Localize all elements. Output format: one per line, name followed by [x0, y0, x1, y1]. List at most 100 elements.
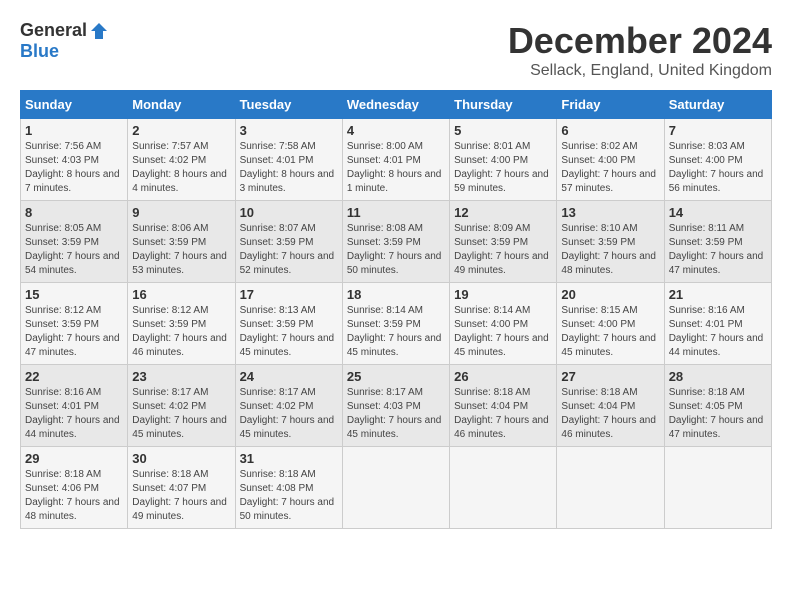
weekday-header-friday: Friday: [557, 91, 664, 119]
day-number: 23: [132, 369, 230, 384]
day-number: 8: [25, 205, 123, 220]
day-number: 18: [347, 287, 445, 302]
page-header: General Blue December 2024 Sellack, Engl…: [20, 20, 772, 80]
calendar-cell: 9 Sunrise: 8:06 AM Sunset: 3:59 PM Dayli…: [128, 201, 235, 283]
day-detail: Sunrise: 7:58 AM Sunset: 4:01 PM Dayligh…: [240, 140, 338, 196]
calendar-cell: 6 Sunrise: 8:02 AM Sunset: 4:00 PM Dayli…: [557, 119, 664, 201]
calendar-cell: [557, 447, 664, 529]
day-detail: Sunrise: 8:12 AM Sunset: 3:59 PM Dayligh…: [132, 304, 230, 360]
day-detail: Sunrise: 8:03 AM Sunset: 4:00 PM Dayligh…: [669, 140, 767, 196]
title-section: December 2024 Sellack, England, United K…: [508, 20, 772, 80]
day-detail: Sunrise: 8:14 AM Sunset: 4:00 PM Dayligh…: [454, 304, 552, 360]
day-detail: Sunrise: 8:11 AM Sunset: 3:59 PM Dayligh…: [669, 222, 767, 278]
calendar-cell: 20 Sunrise: 8:15 AM Sunset: 4:00 PM Dayl…: [557, 283, 664, 365]
day-detail: Sunrise: 8:14 AM Sunset: 3:59 PM Dayligh…: [347, 304, 445, 360]
calendar-cell: 12 Sunrise: 8:09 AM Sunset: 3:59 PM Dayl…: [450, 201, 557, 283]
day-number: 12: [454, 205, 552, 220]
weekday-header-thursday: Thursday: [450, 91, 557, 119]
weekday-header-wednesday: Wednesday: [342, 91, 449, 119]
day-detail: Sunrise: 8:18 AM Sunset: 4:06 PM Dayligh…: [25, 468, 123, 524]
calendar-cell: 18 Sunrise: 8:14 AM Sunset: 3:59 PM Dayl…: [342, 283, 449, 365]
calendar-week-row: 29 Sunrise: 8:18 AM Sunset: 4:06 PM Dayl…: [21, 447, 772, 529]
logo-icon: [89, 21, 109, 41]
day-detail: Sunrise: 8:16 AM Sunset: 4:01 PM Dayligh…: [25, 386, 123, 442]
calendar-title: December 2024: [508, 20, 772, 62]
day-number: 25: [347, 369, 445, 384]
day-detail: Sunrise: 8:13 AM Sunset: 3:59 PM Dayligh…: [240, 304, 338, 360]
weekday-header-saturday: Saturday: [664, 91, 771, 119]
day-number: 22: [25, 369, 123, 384]
day-detail: Sunrise: 8:18 AM Sunset: 4:07 PM Dayligh…: [132, 468, 230, 524]
logo-blue-text: Blue: [20, 41, 59, 62]
calendar-week-row: 22 Sunrise: 8:16 AM Sunset: 4:01 PM Dayl…: [21, 365, 772, 447]
day-number: 10: [240, 205, 338, 220]
calendar-cell: 1 Sunrise: 7:56 AM Sunset: 4:03 PM Dayli…: [21, 119, 128, 201]
day-detail: Sunrise: 8:18 AM Sunset: 4:08 PM Dayligh…: [240, 468, 338, 524]
day-detail: Sunrise: 8:06 AM Sunset: 3:59 PM Dayligh…: [132, 222, 230, 278]
day-number: 7: [669, 123, 767, 138]
calendar-cell: 14 Sunrise: 8:11 AM Sunset: 3:59 PM Dayl…: [664, 201, 771, 283]
calendar-cell: 8 Sunrise: 8:05 AM Sunset: 3:59 PM Dayli…: [21, 201, 128, 283]
day-number: 30: [132, 451, 230, 466]
day-detail: Sunrise: 8:18 AM Sunset: 4:05 PM Dayligh…: [669, 386, 767, 442]
day-number: 4: [347, 123, 445, 138]
day-detail: Sunrise: 7:57 AM Sunset: 4:02 PM Dayligh…: [132, 140, 230, 196]
day-number: 26: [454, 369, 552, 384]
calendar-cell: 30 Sunrise: 8:18 AM Sunset: 4:07 PM Dayl…: [128, 447, 235, 529]
calendar-cell: 2 Sunrise: 7:57 AM Sunset: 4:02 PM Dayli…: [128, 119, 235, 201]
calendar-table: SundayMondayTuesdayWednesdayThursdayFrid…: [20, 90, 772, 529]
calendar-cell: 15 Sunrise: 8:12 AM Sunset: 3:59 PM Dayl…: [21, 283, 128, 365]
weekday-header-tuesday: Tuesday: [235, 91, 342, 119]
calendar-cell: 27 Sunrise: 8:18 AM Sunset: 4:04 PM Dayl…: [557, 365, 664, 447]
calendar-week-row: 15 Sunrise: 8:12 AM Sunset: 3:59 PM Dayl…: [21, 283, 772, 365]
calendar-cell: 28 Sunrise: 8:18 AM Sunset: 4:05 PM Dayl…: [664, 365, 771, 447]
weekday-header-row: SundayMondayTuesdayWednesdayThursdayFrid…: [21, 91, 772, 119]
day-number: 29: [25, 451, 123, 466]
calendar-cell: 4 Sunrise: 8:00 AM Sunset: 4:01 PM Dayli…: [342, 119, 449, 201]
calendar-cell: 7 Sunrise: 8:03 AM Sunset: 4:00 PM Dayli…: [664, 119, 771, 201]
day-detail: Sunrise: 8:09 AM Sunset: 3:59 PM Dayligh…: [454, 222, 552, 278]
day-detail: Sunrise: 8:17 AM Sunset: 4:02 PM Dayligh…: [240, 386, 338, 442]
calendar-cell: 29 Sunrise: 8:18 AM Sunset: 4:06 PM Dayl…: [21, 447, 128, 529]
day-number: 21: [669, 287, 767, 302]
day-detail: Sunrise: 8:17 AM Sunset: 4:02 PM Dayligh…: [132, 386, 230, 442]
calendar-week-row: 1 Sunrise: 7:56 AM Sunset: 4:03 PM Dayli…: [21, 119, 772, 201]
day-detail: Sunrise: 8:02 AM Sunset: 4:00 PM Dayligh…: [561, 140, 659, 196]
logo-general-text: General: [20, 20, 87, 41]
calendar-cell: 25 Sunrise: 8:17 AM Sunset: 4:03 PM Dayl…: [342, 365, 449, 447]
weekday-header-sunday: Sunday: [21, 91, 128, 119]
day-number: 11: [347, 205, 445, 220]
day-number: 5: [454, 123, 552, 138]
day-number: 31: [240, 451, 338, 466]
calendar-cell: 3 Sunrise: 7:58 AM Sunset: 4:01 PM Dayli…: [235, 119, 342, 201]
calendar-cell: [342, 447, 449, 529]
day-number: 16: [132, 287, 230, 302]
day-number: 28: [669, 369, 767, 384]
day-detail: Sunrise: 8:18 AM Sunset: 4:04 PM Dayligh…: [454, 386, 552, 442]
day-number: 6: [561, 123, 659, 138]
day-detail: Sunrise: 8:10 AM Sunset: 3:59 PM Dayligh…: [561, 222, 659, 278]
calendar-week-row: 8 Sunrise: 8:05 AM Sunset: 3:59 PM Dayli…: [21, 201, 772, 283]
day-number: 1: [25, 123, 123, 138]
day-number: 13: [561, 205, 659, 220]
day-number: 20: [561, 287, 659, 302]
calendar-cell: 5 Sunrise: 8:01 AM Sunset: 4:00 PM Dayli…: [450, 119, 557, 201]
day-number: 3: [240, 123, 338, 138]
day-detail: Sunrise: 8:00 AM Sunset: 4:01 PM Dayligh…: [347, 140, 445, 196]
day-detail: Sunrise: 8:08 AM Sunset: 3:59 PM Dayligh…: [347, 222, 445, 278]
day-number: 19: [454, 287, 552, 302]
calendar-cell: [450, 447, 557, 529]
day-detail: Sunrise: 8:07 AM Sunset: 3:59 PM Dayligh…: [240, 222, 338, 278]
calendar-cell: 13 Sunrise: 8:10 AM Sunset: 3:59 PM Dayl…: [557, 201, 664, 283]
calendar-cell: 22 Sunrise: 8:16 AM Sunset: 4:01 PM Dayl…: [21, 365, 128, 447]
day-detail: Sunrise: 8:16 AM Sunset: 4:01 PM Dayligh…: [669, 304, 767, 360]
day-number: 24: [240, 369, 338, 384]
day-detail: Sunrise: 8:18 AM Sunset: 4:04 PM Dayligh…: [561, 386, 659, 442]
day-detail: Sunrise: 8:17 AM Sunset: 4:03 PM Dayligh…: [347, 386, 445, 442]
day-number: 9: [132, 205, 230, 220]
day-detail: Sunrise: 8:12 AM Sunset: 3:59 PM Dayligh…: [25, 304, 123, 360]
calendar-cell: 26 Sunrise: 8:18 AM Sunset: 4:04 PM Dayl…: [450, 365, 557, 447]
calendar-cell: 10 Sunrise: 8:07 AM Sunset: 3:59 PM Dayl…: [235, 201, 342, 283]
calendar-cell: 24 Sunrise: 8:17 AM Sunset: 4:02 PM Dayl…: [235, 365, 342, 447]
day-number: 15: [25, 287, 123, 302]
